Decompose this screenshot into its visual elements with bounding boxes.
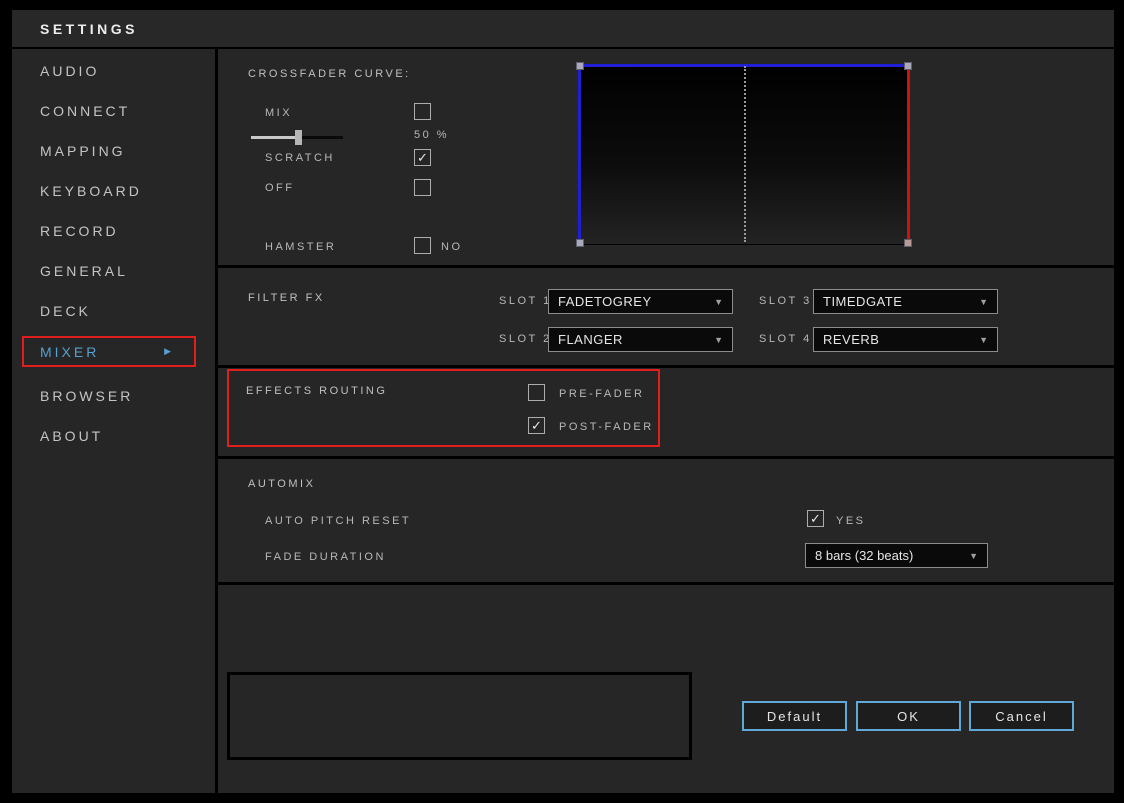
dropdown-arrow-icon: ▼: [714, 335, 723, 345]
sidebar-item-audio[interactable]: AUDIO: [12, 51, 215, 91]
hamster-checkbox[interactable]: [414, 237, 431, 254]
dropdown-arrow-icon: ▼: [714, 297, 723, 307]
scratch-option-label: SCRATCH: [265, 152, 335, 164]
slot4-value: REVERB: [823, 332, 879, 347]
filter-fx-label: FILTER FX: [248, 292, 325, 304]
sidebar-item-record[interactable]: RECORD: [12, 211, 215, 251]
scratch-checkbox[interactable]: ✓: [414, 149, 431, 166]
fade-duration-value: 8 bars (32 beats): [815, 548, 913, 563]
sidebar-item-mixer[interactable]: MIXER ▶: [22, 336, 196, 367]
automix-section: AUTOMIX AUTO PITCH RESET ✓ YES FADE DURA…: [218, 459, 1114, 585]
curve-left-channel-edge: [578, 64, 581, 244]
sidebar-item-label: BROWSER: [40, 388, 133, 404]
sidebar-item-deck[interactable]: DECK: [12, 291, 215, 331]
description-box: [227, 672, 692, 760]
submenu-arrow-icon: ▶: [164, 346, 174, 357]
slider-track-empty: [299, 136, 343, 139]
auto-pitch-reset-checkbox[interactable]: ✓: [807, 510, 824, 527]
hamster-label: HAMSTER: [265, 241, 336, 253]
slot1-value: FADETOGREY: [558, 294, 652, 309]
slot4-label: SLOT 4: [759, 333, 812, 345]
fade-duration-dropdown[interactable]: 8 bars (32 beats) ▼: [805, 543, 988, 568]
cancel-button[interactable]: Cancel: [969, 701, 1074, 731]
sidebar-item-about[interactable]: ABOUT: [12, 416, 215, 456]
effects-routing-label: EFFECTS ROUTING: [246, 385, 387, 397]
slot1-dropdown[interactable]: FADETOGREY ▼: [548, 289, 733, 314]
slot2-label: SLOT 2: [499, 333, 552, 345]
curve-right-channel-edge: [907, 64, 910, 244]
sidebar-item-label: AUDIO: [40, 63, 99, 79]
sidebar-item-label: DECK: [40, 303, 91, 319]
auto-pitch-reset-value-label: YES: [836, 515, 866, 527]
crossfader-curve-section: CROSSFADER CURVE: MIX 50 % SCRATCH ✓ OFF…: [218, 49, 1114, 268]
sidebar-item-label: MIXER: [40, 344, 99, 360]
dropdown-arrow-icon: ▼: [969, 551, 978, 561]
curve-handle-bottom-right[interactable]: [904, 239, 912, 247]
off-option-label: OFF: [265, 182, 295, 194]
filter-fx-section: FILTER FX SLOT 1 FADETOGREY ▼ SLOT 2 FLA…: [218, 268, 1114, 368]
dropdown-arrow-icon: ▼: [979, 335, 988, 345]
hamster-value-label: NO: [441, 241, 463, 253]
slot2-value: FLANGER: [558, 332, 623, 347]
default-button[interactable]: Default: [742, 701, 847, 731]
slot3-label: SLOT 3: [759, 295, 812, 307]
slot1-label: SLOT 1: [499, 295, 552, 307]
sidebar-item-label: MAPPING: [40, 143, 126, 159]
off-checkbox[interactable]: [414, 179, 431, 196]
footer-section: Default OK Cancel: [218, 585, 1114, 793]
slider-thumb[interactable]: [295, 130, 302, 145]
mix-checkbox[interactable]: [414, 103, 431, 120]
curve-center-line: [744, 66, 746, 242]
mix-option-label: MIX: [265, 107, 292, 119]
sidebar-item-mapping[interactable]: MAPPING: [12, 131, 215, 171]
sidebar-item-browser[interactable]: BROWSER: [12, 376, 215, 416]
sidebar-item-label: RECORD: [40, 223, 119, 239]
sidebar-item-label: CONNECT: [40, 103, 130, 119]
mix-amount-slider[interactable]: [251, 130, 343, 145]
slider-track-filled: [251, 136, 299, 139]
sidebar-item-label: KEYBOARD: [40, 183, 142, 199]
sidebar-item-label: ABOUT: [40, 428, 103, 444]
sidebar: AUDIO CONNECT MAPPING KEYBOARD RECORD GE…: [12, 49, 215, 793]
fade-duration-label: FADE DURATION: [265, 551, 386, 563]
effects-routing-section: EFFECTS ROUTING PRE-FADER ✓ POST-FADER: [218, 368, 1114, 459]
crossfader-curve-graph[interactable]: [578, 64, 910, 245]
pre-fader-checkbox[interactable]: [528, 384, 545, 401]
crossfader-curve-label: CROSSFADER CURVE:: [248, 68, 411, 80]
curve-handle-top-right[interactable]: [904, 62, 912, 70]
sidebar-item-general[interactable]: GENERAL: [12, 251, 215, 291]
slot3-value: TIMEDGATE: [823, 294, 902, 309]
page-title: SETTINGS: [40, 21, 138, 37]
effects-routing-highlight-box: EFFECTS ROUTING PRE-FADER ✓ POST-FADER: [227, 369, 660, 447]
sidebar-item-label: GENERAL: [40, 263, 128, 279]
dropdown-arrow-icon: ▼: [979, 297, 988, 307]
curve-handle-bottom-left[interactable]: [576, 239, 584, 247]
slot2-dropdown[interactable]: FLANGER ▼: [548, 327, 733, 352]
curve-handle-top-left[interactable]: [576, 62, 584, 70]
automix-label: AUTOMIX: [248, 478, 315, 490]
post-fader-label: POST-FADER: [559, 421, 654, 433]
auto-pitch-reset-label: AUTO PITCH RESET: [265, 515, 411, 527]
slot4-dropdown[interactable]: REVERB ▼: [813, 327, 998, 352]
slot3-dropdown[interactable]: TIMEDGATE ▼: [813, 289, 998, 314]
mix-amount-value: 50 %: [414, 129, 449, 141]
pre-fader-label: PRE-FADER: [559, 388, 644, 400]
sidebar-item-connect[interactable]: CONNECT: [12, 91, 215, 131]
ok-button[interactable]: OK: [856, 701, 961, 731]
post-fader-checkbox[interactable]: ✓: [528, 417, 545, 434]
main-panel: CROSSFADER CURVE: MIX 50 % SCRATCH ✓ OFF…: [218, 49, 1114, 793]
title-bar: SETTINGS: [12, 10, 1114, 47]
sidebar-item-keyboard[interactable]: KEYBOARD: [12, 171, 215, 211]
